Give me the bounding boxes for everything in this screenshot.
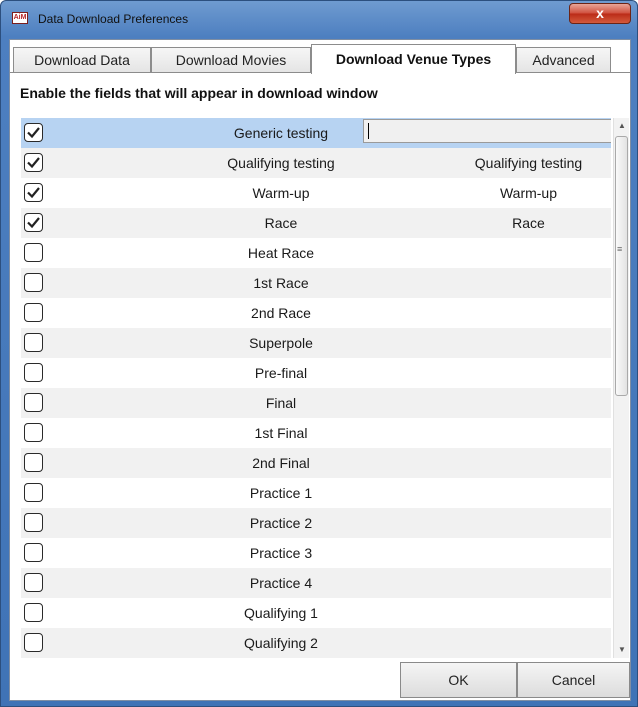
- tab-download-venue-types[interactable]: Download Venue Types: [311, 44, 516, 74]
- scrollbar-thumb[interactable]: [615, 136, 628, 396]
- venue-type-name: Qualifying 1: [244, 605, 318, 621]
- venue-row[interactable]: Generic testing: [21, 118, 611, 148]
- venue-type-name: Final: [265, 395, 297, 411]
- enable-checkbox[interactable]: [24, 123, 43, 142]
- venue-row[interactable]: 1st Race: [21, 268, 611, 298]
- venue-row[interactable]: Heat Race: [21, 238, 611, 268]
- venue-type-alias[interactable]: [441, 298, 611, 328]
- grip-icon: ≡: [617, 244, 623, 254]
- enable-checkbox[interactable]: [24, 363, 43, 382]
- title-bar[interactable]: AiM Data Download Preferences x: [1, 1, 637, 37]
- enable-checkbox[interactable]: [24, 303, 43, 322]
- dialog-window: AiM Data Download Preferences x Download…: [0, 0, 638, 707]
- venue-type-name: Qualifying 2: [244, 635, 318, 651]
- enable-checkbox[interactable]: [24, 633, 43, 652]
- venue-type-name: Practice 1: [249, 485, 313, 501]
- venue-row[interactable]: Practice 2: [21, 508, 611, 538]
- cancel-button[interactable]: Cancel: [517, 662, 630, 698]
- venue-type-alias[interactable]: [441, 418, 611, 448]
- enable-checkbox[interactable]: [24, 243, 43, 262]
- venue-type-alias[interactable]: [441, 388, 611, 418]
- venue-type-name: Qualifying testing: [227, 155, 335, 171]
- check-icon: [27, 157, 40, 169]
- venue-type-alias[interactable]: [441, 478, 611, 508]
- venue-type-name: Generic testing: [233, 125, 329, 141]
- venue-type-name: Warm-up: [252, 185, 310, 201]
- venue-type-name: 2nd Race: [251, 305, 311, 321]
- venue-type-alias[interactable]: Race: [441, 208, 611, 238]
- tab-download-data[interactable]: Download Data: [13, 47, 151, 73]
- enable-checkbox[interactable]: [24, 153, 43, 172]
- venue-row[interactable]: Qualifying testing Qualifying testing: [21, 148, 611, 178]
- venue-type-alias[interactable]: [441, 598, 611, 628]
- app-icon-label: AiM: [13, 14, 27, 21]
- check-icon: [27, 127, 40, 139]
- tab-download-movies[interactable]: Download Movies: [151, 47, 311, 73]
- venue-row[interactable]: 2nd Race: [21, 298, 611, 328]
- enable-checkbox[interactable]: [24, 573, 43, 592]
- section-heading: Enable the fields that will appear in do…: [20, 85, 378, 101]
- enable-checkbox[interactable]: [24, 183, 43, 202]
- venue-type-name: Race: [264, 215, 298, 231]
- venue-row[interactable]: Practice 4: [21, 568, 611, 598]
- close-icon: x: [596, 5, 604, 21]
- venue-type-name: Superpole: [249, 335, 313, 351]
- venue-types-list[interactable]: Generic testing Qualifying testing Qualify…: [21, 118, 611, 658]
- venue-type-name: Practice 4: [249, 575, 313, 591]
- enable-checkbox[interactable]: [24, 483, 43, 502]
- enable-checkbox[interactable]: [24, 423, 43, 442]
- venue-row[interactable]: Final: [21, 388, 611, 418]
- venue-type-name: Practice 2: [249, 515, 313, 531]
- ok-button[interactable]: OK: [400, 662, 517, 698]
- venue-type-alias[interactable]: Warm-up: [441, 178, 611, 208]
- venue-type-name: 1st Final: [254, 425, 308, 441]
- venue-row[interactable]: Race Race: [21, 208, 611, 238]
- scroll-down-icon[interactable]: ▼: [614, 642, 630, 658]
- enable-checkbox[interactable]: [24, 513, 43, 532]
- enable-checkbox[interactable]: [24, 543, 43, 562]
- venue-type-alias[interactable]: [441, 448, 611, 478]
- window-title: Data Download Preferences: [38, 12, 189, 26]
- venue-row[interactable]: Practice 3: [21, 538, 611, 568]
- tab-strip: Download Data Download Movies Download V…: [10, 40, 630, 74]
- venue-row[interactable]: Pre-final: [21, 358, 611, 388]
- scroll-up-icon[interactable]: ▲: [614, 118, 630, 134]
- venue-type-alias[interactable]: [441, 508, 611, 538]
- venue-type-alias[interactable]: [441, 568, 611, 598]
- text-caret: [368, 123, 369, 139]
- venue-row[interactable]: Practice 1: [21, 478, 611, 508]
- close-button[interactable]: x: [569, 3, 631, 24]
- venue-type-name: 1st Race: [253, 275, 309, 291]
- enable-checkbox[interactable]: [24, 213, 43, 232]
- venue-type-alias[interactable]: [441, 538, 611, 568]
- app-icon: AiM: [12, 12, 28, 24]
- check-icon: [27, 217, 40, 229]
- venue-type-name: Practice 3: [249, 545, 313, 561]
- venue-row[interactable]: Superpole: [21, 328, 611, 358]
- enable-checkbox[interactable]: [24, 603, 43, 622]
- enable-checkbox[interactable]: [24, 333, 43, 352]
- venue-type-alias[interactable]: Qualifying testing: [441, 148, 611, 178]
- vertical-scrollbar[interactable]: ▲ ≡ ▼: [613, 118, 629, 658]
- enable-checkbox[interactable]: [24, 393, 43, 412]
- alias-input[interactable]: [363, 119, 611, 143]
- venue-type-alias[interactable]: [441, 628, 611, 658]
- venue-row[interactable]: Qualifying 1: [21, 598, 611, 628]
- venue-type-name: 2nd Final: [252, 455, 310, 471]
- venue-row[interactable]: 1st Final: [21, 418, 611, 448]
- venue-row[interactable]: 2nd Final: [21, 448, 611, 478]
- venue-type-alias[interactable]: [441, 358, 611, 388]
- dialog-client: Download Data Download Movies Download V…: [9, 39, 631, 701]
- venue-type-name: Pre-final: [254, 365, 308, 381]
- venue-type-name: Heat Race: [247, 245, 315, 261]
- venue-row[interactable]: Qualifying 2: [21, 628, 611, 658]
- venue-type-alias[interactable]: [441, 238, 611, 268]
- venue-type-alias[interactable]: [441, 328, 611, 358]
- venue-type-alias[interactable]: [441, 268, 611, 298]
- enable-checkbox[interactable]: [24, 453, 43, 472]
- venue-row[interactable]: Warm-up Warm-up: [21, 178, 611, 208]
- enable-checkbox[interactable]: [24, 273, 43, 292]
- check-icon: [27, 187, 40, 199]
- tab-advanced[interactable]: Advanced: [516, 47, 611, 73]
